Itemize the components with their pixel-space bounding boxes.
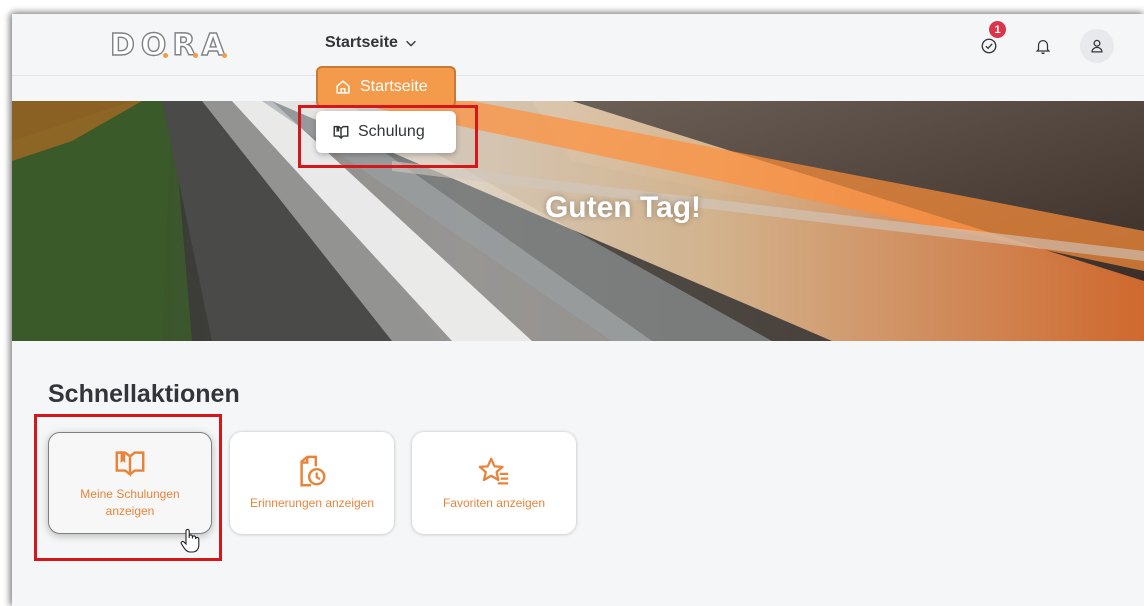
- app-window: D O R A Startseite 1 Guten Tag! Startsei…: [12, 14, 1144, 606]
- dropdown-item-schulung[interactable]: Schulung: [316, 111, 456, 153]
- logo-letter: O: [140, 27, 171, 63]
- tasks-button[interactable]: 1: [972, 21, 1006, 63]
- shell-header: D O R A Startseite 1: [12, 14, 1144, 76]
- tile-label: Erinnerungen anzeigen: [249, 495, 375, 510]
- home-icon: [336, 80, 350, 94]
- quick-actions-tiles: Meine Schulungen anzeigen Erinnerungen a…: [48, 432, 576, 534]
- document-clock-icon: [300, 455, 326, 486]
- logo-letter: A: [201, 27, 229, 63]
- quick-actions-title: Schnellaktionen: [48, 380, 240, 408]
- dropdown-item-startseite[interactable]: Startseite: [316, 66, 456, 108]
- user-icon: [1091, 39, 1103, 53]
- notifications-button[interactable]: [1026, 29, 1060, 63]
- tile-my-trainings[interactable]: Meine Schulungen anzeigen: [48, 432, 212, 534]
- tile-favorites[interactable]: Favoriten anzeigen: [412, 432, 576, 534]
- nav-menu-label: Startseite: [325, 34, 398, 51]
- logo-letter: D: [109, 27, 139, 63]
- dora-logo[interactable]: D O R A: [109, 27, 229, 63]
- book-icon: [333, 125, 349, 140]
- hero-banner: Guten Tag!: [12, 101, 1144, 341]
- star-list-icon: [478, 457, 509, 484]
- bell-icon: [1035, 39, 1051, 55]
- nav-dropdown-menu: Startseite Schulung: [316, 66, 456, 153]
- tile-reminders[interactable]: Erinnerungen anzeigen: [230, 432, 394, 534]
- tasks-badge: 1: [989, 21, 1006, 38]
- chevron-down-icon: [406, 40, 416, 47]
- dropdown-item-label: Startseite: [360, 78, 428, 95]
- nav-menu-button[interactable]: Startseite: [325, 34, 418, 52]
- user-avatar-button[interactable]: [1080, 29, 1114, 63]
- book-icon: [115, 450, 145, 477]
- tile-label: Favoriten anzeigen: [442, 495, 546, 510]
- logo-letter: R: [172, 27, 200, 63]
- tile-label: Meine Schulungen anzeigen: [80, 487, 180, 518]
- dropdown-item-label: Schulung: [358, 123, 425, 140]
- hand-pointer-icon: [180, 528, 200, 553]
- greeting-title: Guten Tag!: [544, 191, 702, 224]
- task-check-icon: [981, 38, 997, 54]
